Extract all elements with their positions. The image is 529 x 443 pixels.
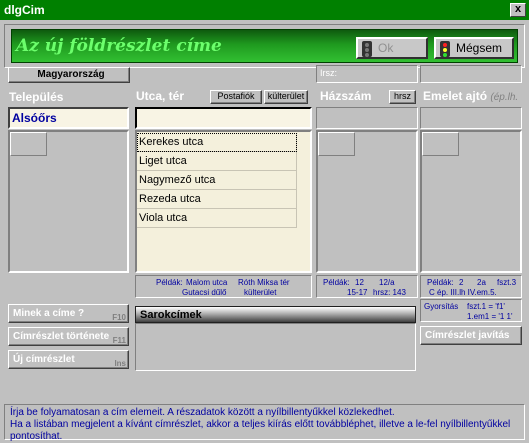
cancel-button[interactable]: Mégsem xyxy=(434,37,514,59)
list-item[interactable]: Kerekes utca xyxy=(137,133,297,152)
country-button[interactable]: Magyarország xyxy=(8,67,130,83)
button-label: Új címrészlet xyxy=(13,354,75,365)
settlement-list[interactable] xyxy=(8,130,129,273)
floor-door-label-text: Emelet ajtó xyxy=(423,89,488,103)
street-examples: Példák: Malom utca Róth Miksa tér Gutacs… xyxy=(135,275,312,298)
floor-door-examples: Példák: 2 2a fszt.3 C ép. III.lh IV.em.5… xyxy=(420,275,522,298)
list-header-cell xyxy=(318,132,355,156)
help-panel: Írja be folyamatosan a cím elemeit. A ré… xyxy=(4,404,525,442)
postafiok-button[interactable]: Postafiók xyxy=(210,90,262,104)
street-input[interactable] xyxy=(135,107,312,129)
cancel-button-label: Mégsem xyxy=(456,41,503,56)
example-text: Gutacsi dűlő xyxy=(182,288,227,297)
example-text: 2a xyxy=(477,278,486,287)
shortcut-text: 1.em1 = '1 1' xyxy=(467,312,513,321)
example-text: 2 xyxy=(459,278,464,287)
shortcut-box: Gyorsítás fszt.1 = 'f1' 1.em1 = '1 1' xyxy=(420,299,522,322)
corner-addresses-list[interactable] xyxy=(135,323,416,371)
example-text: C ép. III.lh IV.em.5. xyxy=(429,288,497,297)
house-number-list[interactable] xyxy=(316,130,418,273)
kulterulet-button[interactable]: külterület xyxy=(264,90,308,104)
banner: Az új földrészlet címe Ok Mégsem xyxy=(4,24,525,68)
irsz-extra-field[interactable] xyxy=(420,65,522,83)
settlement-input[interactable]: Alsóőrs xyxy=(8,107,129,129)
list-item[interactable]: Rezeda utca xyxy=(137,190,297,209)
shortcut-label: Gyorsítás xyxy=(424,302,459,311)
ok-button[interactable]: Ok xyxy=(356,37,428,59)
house-number-input[interactable] xyxy=(316,107,418,129)
traffic-light-icon xyxy=(362,41,372,57)
list-header-cell xyxy=(10,132,47,156)
shortcut-key: F11 xyxy=(112,336,126,345)
window-title: dlgCim xyxy=(4,3,45,17)
street-label: Utca, tér xyxy=(136,89,185,103)
new-address-part-button[interactable]: Új címrészlet Ins xyxy=(8,350,129,369)
list-header-cell xyxy=(422,132,459,156)
example-text: 12/a xyxy=(379,278,395,287)
floor-door-list[interactable] xyxy=(420,130,522,273)
corner-addresses-header: Sarokcímek xyxy=(135,306,416,323)
shortcut-key: F10 xyxy=(112,313,126,322)
examples-label: Példák: xyxy=(156,278,183,287)
shortcut-key: Ins xyxy=(114,359,126,368)
house-number-label: Házszám xyxy=(320,89,372,103)
house-number-examples: Példák: 12 12/a 15-17 hrsz: 143 xyxy=(316,275,418,298)
floor-door-label: Emelet ajtó (ép.lh. xyxy=(423,89,518,103)
list-item[interactable]: Nagymező utca xyxy=(137,171,297,190)
button-label: Címrészlet javítás xyxy=(425,330,510,341)
ok-button-label: Ok xyxy=(378,41,394,56)
floor-door-sublabel: (ép.lh. xyxy=(490,92,519,103)
fix-address-part-button[interactable]: Címrészlet javítás xyxy=(420,326,522,345)
street-list[interactable]: Kerekes utca Liget utca Nagymező utca Re… xyxy=(135,130,312,273)
corner-addresses-label: Sarokcímek xyxy=(140,309,202,321)
floor-door-input[interactable] xyxy=(420,107,522,129)
traffic-light-icon xyxy=(440,41,450,57)
help-text: Írja be folyamatosan a cím elemeit. A ré… xyxy=(10,407,511,442)
address-history-button[interactable]: Címrészlet története F11 xyxy=(8,327,129,346)
irsz-label: Irsz: xyxy=(320,68,337,78)
examples-label: Példák: xyxy=(427,278,454,287)
example-text: fszt.3 xyxy=(497,278,517,287)
example-text: 12 xyxy=(355,278,364,287)
list-item[interactable]: Viola utca xyxy=(137,209,297,228)
shortcut-text: fszt.1 = 'f1' xyxy=(467,302,505,311)
button-label: Címrészlet története xyxy=(13,331,110,342)
window-titlebar: dlgCim xyxy=(0,0,529,20)
example-text: 15-17 xyxy=(347,288,368,297)
page-title: Az új földrészlet címe xyxy=(16,36,222,56)
hrsz-button[interactable]: hrsz xyxy=(389,90,416,104)
settlement-label: Település xyxy=(9,90,64,104)
example-text: hrsz: 143 xyxy=(373,288,406,297)
button-label: Minek a címe ? xyxy=(13,308,85,319)
close-icon: x xyxy=(514,3,522,15)
example-text: Róth Miksa tér xyxy=(238,278,290,287)
examples-label: Példák: xyxy=(323,278,350,287)
banner-gradient: Az új földrészlet címe Ok Mégsem xyxy=(11,29,518,63)
minek-a-cime-button[interactable]: Minek a címe ? F10 xyxy=(8,304,129,323)
close-button[interactable]: x xyxy=(510,3,526,17)
irsz-field[interactable]: Irsz: xyxy=(316,65,418,83)
list-item[interactable]: Liget utca xyxy=(137,152,297,171)
example-text: külterület xyxy=(244,288,277,297)
example-text: Malom utca xyxy=(186,278,228,287)
